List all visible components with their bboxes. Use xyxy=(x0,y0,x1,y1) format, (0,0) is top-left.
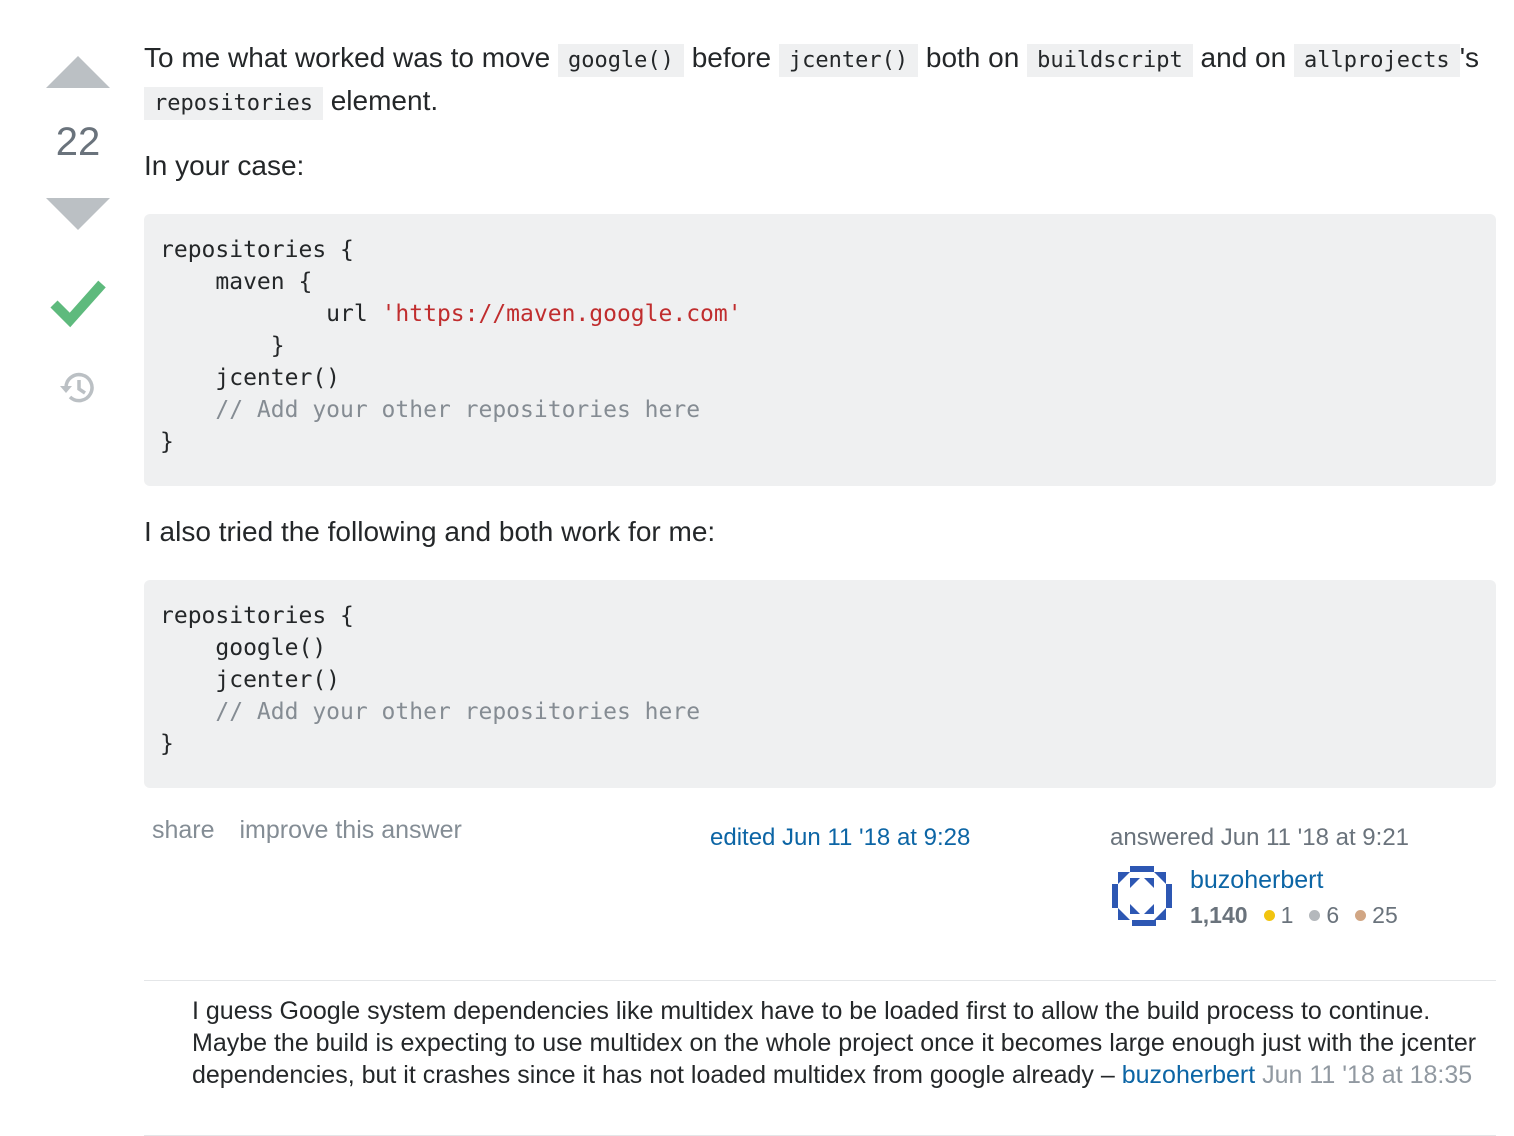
inline-code: buildscript xyxy=(1027,44,1193,77)
answer-paragraph-2: In your case: xyxy=(144,150,305,181)
text: To me what worked was to move xyxy=(144,42,558,73)
code-comment: // Add your other repositories here xyxy=(160,397,701,423)
code-line: jcenter() xyxy=(160,365,341,391)
accepted-check-icon xyxy=(50,280,106,328)
answer-paragraph-1: To me what worked was to move google() b… xyxy=(144,38,1496,124)
inline-code: jcenter() xyxy=(778,44,919,77)
text: and on xyxy=(1192,42,1294,73)
code-string: 'https://maven.google.com' xyxy=(381,301,742,327)
silver-badge-icon xyxy=(1309,910,1321,922)
code-line: } xyxy=(160,731,174,757)
bronze-badge-icon xyxy=(1355,910,1367,922)
bronze-badge-count: 25 xyxy=(1372,902,1398,928)
code-line: google() xyxy=(160,635,327,661)
comment-user-link[interactable]: buzoherbert xyxy=(1122,1061,1255,1089)
code-line: maven { xyxy=(160,269,313,295)
code-line: repositories { xyxy=(160,603,354,629)
avatar[interactable] xyxy=(1110,864,1174,928)
text: element. xyxy=(322,85,439,116)
code-line: } xyxy=(160,333,285,359)
inline-code: google() xyxy=(557,44,684,77)
text: 's xyxy=(1459,42,1480,73)
comments-section: I guess Google system dependencies like … xyxy=(144,980,1496,1136)
code-line: jcenter() xyxy=(160,667,341,693)
text: both on xyxy=(918,42,1028,73)
code-line: } xyxy=(160,429,174,455)
post-menu: share improve this answer xyxy=(152,816,480,845)
improve-answer-link[interactable]: improve this answer xyxy=(240,816,462,844)
inline-code: repositories xyxy=(144,87,323,120)
reputation: 1,140 1 6 25 xyxy=(1190,902,1398,929)
code-line: url xyxy=(160,301,382,327)
edited-link[interactable]: edited Jun 11 '18 at 9:28 xyxy=(710,824,970,851)
inline-code: allprojects xyxy=(1293,44,1460,77)
gold-badge-icon xyxy=(1263,910,1275,922)
edited-info: edited Jun 11 '18 at 9:28 xyxy=(710,824,970,852)
silver-badge-count: 6 xyxy=(1326,902,1340,928)
code-comment: // Add your other repositories here xyxy=(160,699,701,725)
code-block-2: repositories { google() jcenter() // Add… xyxy=(144,580,1496,788)
vote-count: 22 xyxy=(55,120,101,164)
code-line: repositories { xyxy=(160,237,354,263)
answerer-username-link[interactable]: buzoherbert xyxy=(1190,866,1323,895)
answered-time: answered Jun 11 '18 at 9:21 xyxy=(1110,824,1410,851)
answer-paragraph-3: I also tried the following and both work… xyxy=(144,516,716,547)
text: before xyxy=(683,42,779,73)
upvote-arrow-icon[interactable] xyxy=(46,56,110,88)
history-icon[interactable] xyxy=(58,368,98,408)
answerer-card: answered Jun 11 '18 at 9:21 buzoherbert … xyxy=(1110,824,1450,928)
share-link[interactable]: share xyxy=(152,816,215,844)
reputation-score: 1,140 xyxy=(1190,902,1248,928)
gold-badge-count: 1 xyxy=(1280,902,1294,928)
downvote-arrow-icon[interactable] xyxy=(46,198,110,230)
comment-date[interactable]: Jun 11 '18 at 18:35 xyxy=(1262,1061,1472,1089)
code-block-1: repositories { maven { url 'https://mave… xyxy=(144,214,1496,486)
comment: I guess Google system dependencies like … xyxy=(192,995,1492,1091)
